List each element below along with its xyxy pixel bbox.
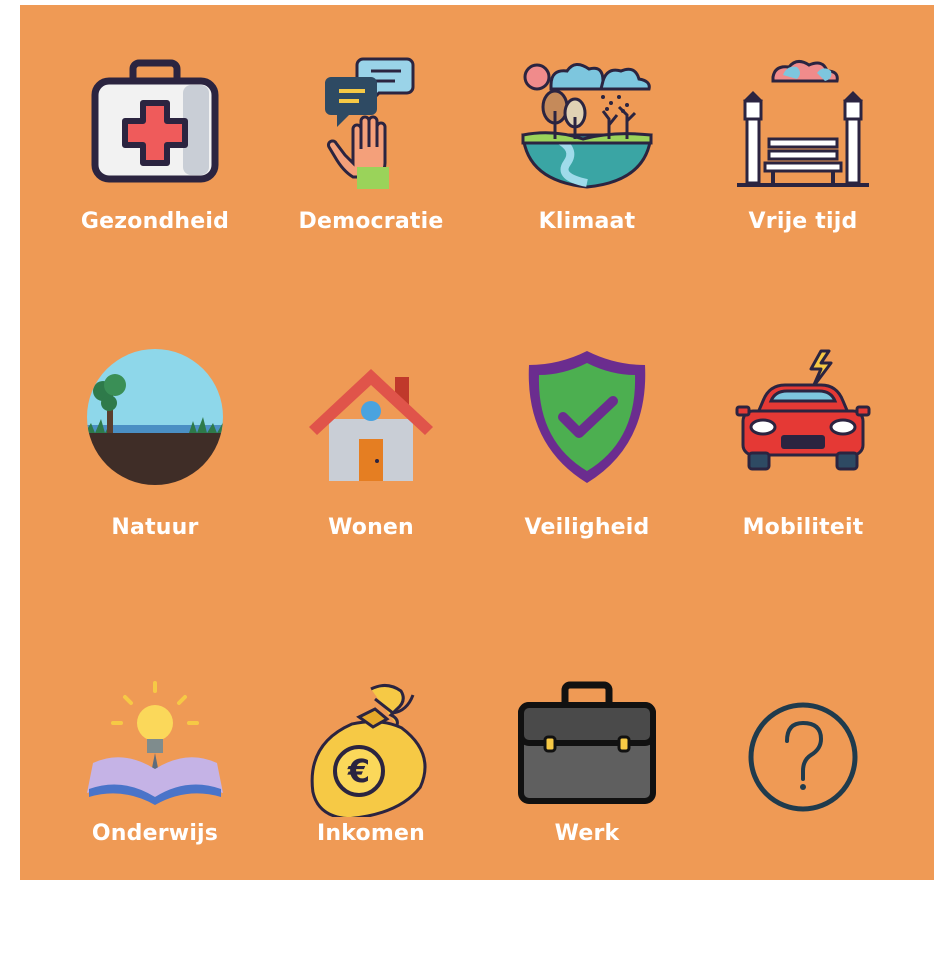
category-tile-werk[interactable]: Werk (472, 677, 702, 967)
book-lightbulb-icon (85, 677, 225, 817)
category-tile-other[interactable] (688, 677, 918, 967)
electric-car-icon (733, 347, 873, 487)
category-label: Mobiliteit (742, 515, 864, 540)
category-tile-onderwijs[interactable]: Onderwijs (40, 677, 270, 967)
category-label: Vrije tijd (748, 209, 858, 234)
category-tile-natuur[interactable]: Natuur (40, 347, 270, 637)
briefcase-icon (517, 677, 657, 817)
category-tile-democratie[interactable]: Democratie (256, 55, 486, 345)
category-tile-mobiliteit[interactable]: Mobiliteit (688, 347, 918, 637)
climate-landscape-icon (517, 55, 657, 195)
euro-money-bag-icon: € (301, 677, 441, 817)
category-tile-inkomen[interactable]: € Inkomen (256, 677, 486, 967)
category-grid: Gezondheid Democratie Klimaat Vrije tijd… (20, 5, 934, 880)
category-label: Democratie (298, 209, 444, 234)
question-mark-icon (733, 687, 873, 827)
nature-landscape-icon (85, 347, 225, 487)
category-label: Klimaat (538, 209, 636, 234)
category-label: Gezondheid (80, 209, 230, 234)
category-tile-gezondheid[interactable]: Gezondheid (40, 55, 270, 345)
category-label: Veiligheid (524, 515, 650, 540)
svg-text:€: € (347, 752, 370, 790)
category-tile-vrije-tijd[interactable]: Vrije tijd (688, 55, 918, 345)
category-tile-wonen[interactable]: Wonen (256, 347, 486, 637)
category-tile-veiligheid[interactable]: Veiligheid (472, 347, 702, 637)
category-tile-klimaat[interactable]: Klimaat (472, 55, 702, 345)
shield-check-icon (517, 347, 657, 487)
speech-bubbles-raised-hand-icon (301, 55, 441, 195)
first-aid-kit-icon (85, 55, 225, 195)
category-label: Werk (554, 821, 620, 846)
park-bench-icon (733, 55, 873, 195)
category-label: Onderwijs (91, 821, 219, 846)
house-icon (301, 347, 441, 487)
category-label: Inkomen (317, 821, 425, 846)
category-label: Natuur (111, 515, 199, 540)
category-label: Wonen (328, 515, 414, 540)
